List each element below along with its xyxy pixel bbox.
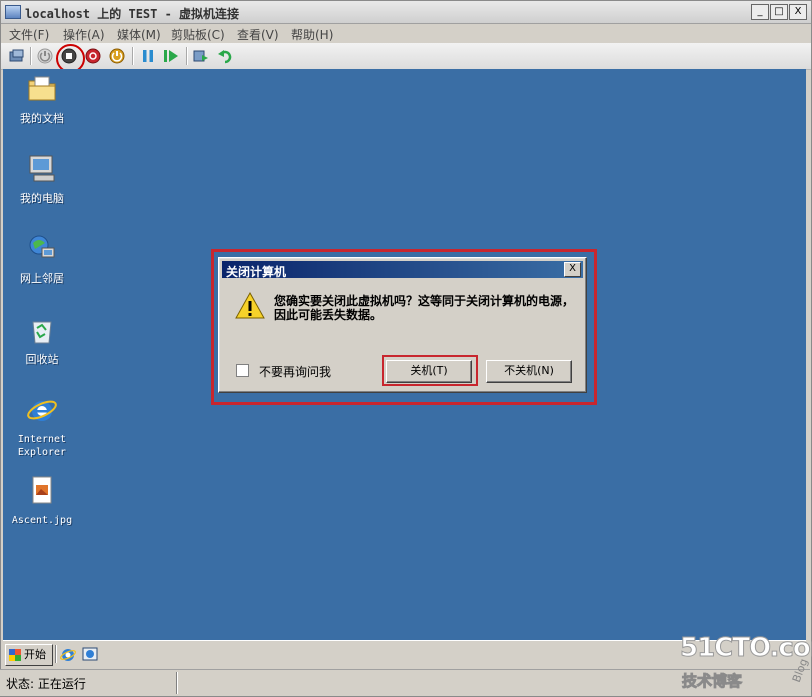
menu-help[interactable]: 帮助(H) (291, 26, 333, 43)
shutdown-icon[interactable] (85, 48, 101, 64)
desktop-icon-recycle-bin[interactable]: 回收站 (7, 314, 77, 366)
turn-off-icon[interactable] (61, 48, 77, 64)
menu-view[interactable]: 查看(V) (237, 26, 279, 43)
desktop-icon-network-places[interactable]: 网上邻居 (7, 233, 77, 285)
guest-desktop: 我的文档 我的电脑 网上邻居 回收站 Internet Explorer Asc… (3, 69, 806, 640)
window-title: localhost 上的 TEST - 虚拟机连接 (25, 7, 240, 21)
start-icon[interactable] (37, 48, 53, 64)
reset-icon[interactable] (163, 48, 179, 64)
desktop-icon-my-documents[interactable]: 我的文档 (7, 73, 77, 125)
network-places-icon (29, 235, 55, 258)
desktop-icon-label: Ascent.jpg (11, 515, 73, 526)
vm-connection-app-icon (5, 5, 21, 19)
cancel-shutdown-button[interactable]: 不关机(N) (486, 360, 572, 383)
shutdown-dialog: 关闭计算机 X 您确实要关闭此虚拟机吗？这等同于关闭计算机的电源，因此可能丢失数… (218, 257, 587, 393)
my-computer-icon (29, 155, 55, 182)
desktop-icon-label: 我的电脑 (20, 192, 64, 205)
desktop-icon-ascent-jpg[interactable]: Ascent.jpg (7, 475, 77, 527)
dialog-message: 您确实要关闭此虚拟机吗？这等同于关闭计算机的电源，因此可能丢失数据。 (274, 294, 575, 322)
desktop-icon-internet-explorer[interactable]: Internet Explorer (7, 394, 77, 459)
internet-explorer-icon (27, 400, 57, 421)
dialog-title: 关闭计算机 (226, 265, 287, 279)
dont-ask-checkbox[interactable] (236, 364, 249, 377)
snapshot-icon[interactable] (193, 48, 209, 64)
menu-action[interactable]: 操作(A) (63, 26, 105, 43)
start-label: 开始 (24, 648, 46, 661)
toolbar (1, 43, 811, 73)
windows-logo-icon (9, 649, 21, 661)
shutdown-confirm-button[interactable]: 关机(T) (386, 360, 472, 383)
desktop-icon-label: Internet Explorer (17, 434, 67, 458)
desktop-icon-label: 回收站 (25, 353, 59, 366)
ctrl-alt-del-icon[interactable] (9, 48, 25, 64)
maximize-button[interactable]: □ (770, 4, 788, 20)
recycle-bin-icon (32, 321, 52, 344)
desktop-icon-my-computer[interactable]: 我的电脑 (7, 153, 77, 205)
quicklaunch-ie-icon[interactable] (60, 647, 76, 663)
close-button[interactable]: X (789, 4, 807, 20)
dialog-title-bar[interactable]: 关闭计算机 X (222, 261, 583, 279)
my-documents-icon (28, 76, 56, 101)
pause-icon[interactable] (140, 48, 156, 64)
watermark-tagline: 技术博客 (681, 672, 743, 691)
desktop-icon-label: 网上邻居 (20, 272, 64, 285)
dont-ask-label: 不要再询问我 (259, 365, 332, 379)
start-button[interactable]: 开始 (5, 644, 53, 666)
minimize-button[interactable]: _ (751, 4, 769, 20)
title-bar[interactable]: localhost 上的 TEST - 虚拟机连接 _ □ X (1, 1, 811, 24)
save-icon[interactable] (109, 48, 125, 64)
warning-icon (235, 292, 265, 319)
menu-media[interactable]: 媒体(M) (117, 26, 161, 43)
image-file-icon (32, 476, 52, 504)
desktop-icon-label: 我的文档 (20, 112, 64, 125)
dialog-close-button[interactable]: X (564, 262, 581, 277)
status-text: 状态: 正在运行 (6, 677, 86, 691)
revert-icon[interactable] (217, 48, 233, 64)
menu-bar: 文件(F) 操作(A) 媒体(M) 剪贴板(C) 查看(V) 帮助(H) (1, 24, 811, 42)
watermark-site: 51CTO.com (680, 633, 812, 664)
quicklaunch-show-desktop-icon[interactable] (82, 646, 98, 662)
menu-clipboard[interactable]: 剪贴板(C) (171, 26, 225, 43)
menu-file[interactable]: 文件(F) (9, 26, 49, 43)
